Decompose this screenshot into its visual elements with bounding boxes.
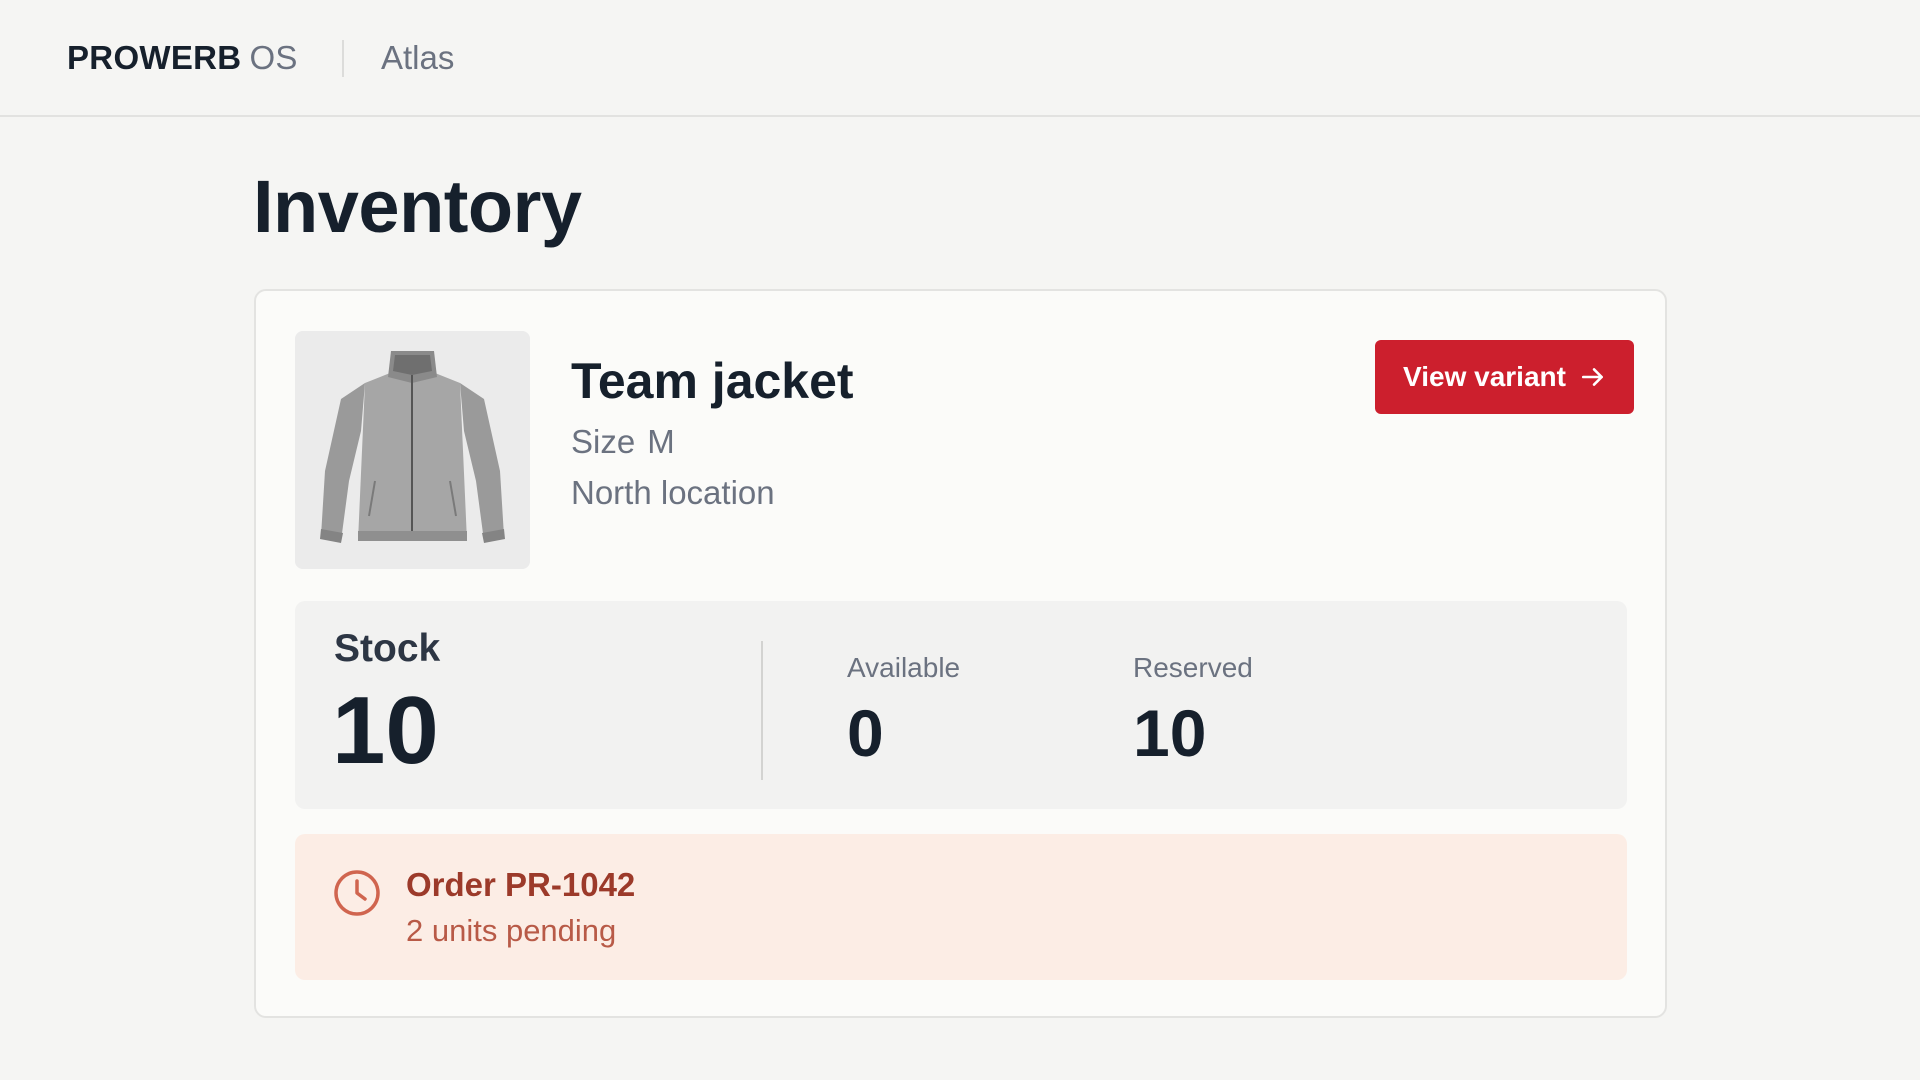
alert-title: Order PR-1042: [406, 866, 636, 903]
view-variant-label: View variant: [1403, 361, 1566, 392]
available-label: Available: [847, 652, 961, 683]
product-location: North location: [571, 474, 775, 511]
top-bar: PROWERB OS Atlas: [0, 0, 1920, 117]
size-value: M: [647, 423, 675, 460]
brand-suffix: OS: [249, 39, 298, 76]
reserved-label: Reserved: [1133, 652, 1253, 683]
reserved-value: 10: [1133, 696, 1207, 770]
pending-order-alert[interactable]: Order PR-1042 2 units pending: [295, 834, 1627, 980]
app-name[interactable]: Atlas: [381, 38, 454, 78]
stock-label: Stock: [334, 627, 441, 670]
page-title: Inventory: [253, 165, 582, 248]
size-label: Size: [571, 423, 636, 460]
clock-icon: [332, 868, 382, 918]
alert-subtitle: 2 units pending: [406, 913, 617, 948]
product-size: Size M: [571, 421, 675, 463]
product-name: Team jacket: [571, 353, 854, 409]
stock-divider: [761, 641, 763, 780]
jacket-image: [295, 331, 530, 569]
brand-logo[interactable]: PROWERB OS: [67, 38, 298, 78]
brand-name: PROWERB: [67, 39, 242, 76]
header-divider: [342, 40, 344, 77]
arrow-right-icon: [1581, 368, 1603, 386]
stock-value: 10: [332, 677, 439, 784]
inventory-card: Team jacket Size M North location View va…: [254, 289, 1667, 1018]
stock-panel: Stock 10 Available 0 Reserved 10: [295, 601, 1627, 809]
available-value: 0: [847, 696, 884, 770]
product-thumbnail: [295, 331, 530, 569]
view-variant-button[interactable]: View variant: [1375, 340, 1634, 414]
